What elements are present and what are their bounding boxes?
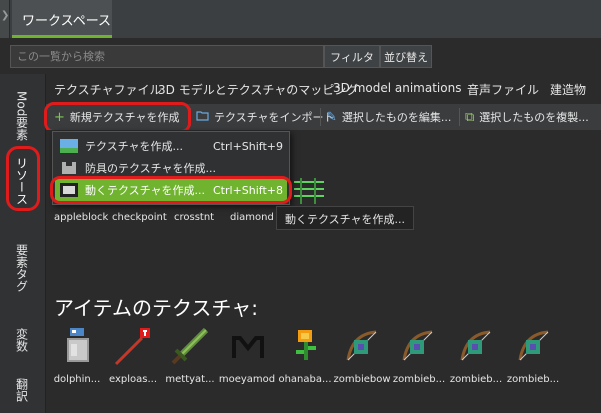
- duplicate-icon: ⧉: [465, 109, 475, 125]
- texture-label: appleblock: [54, 212, 109, 223]
- nav-tags[interactable]: 要素タグ: [8, 224, 36, 312]
- duplicate-selected-button[interactable]: ⧉ 選択したものを複製...: [465, 104, 589, 130]
- flower-texture-icon[interactable]: [286, 326, 326, 366]
- tab-workspace[interactable]: ワークスペース: [12, 0, 112, 38]
- toolbar-divider: [459, 108, 460, 126]
- moeya-texture-icon[interactable]: [228, 326, 268, 366]
- toolbar-divider: [320, 108, 321, 126]
- texture-label: checkpoint: [112, 212, 167, 223]
- highlight-new-texture: [44, 102, 191, 133]
- highlight-animated-texture: [50, 176, 292, 204]
- texture-label: exploas...: [108, 374, 157, 385]
- nav-variables[interactable]: 変数: [8, 320, 36, 360]
- texture-label: ohanaba...: [278, 374, 332, 385]
- armor-icon: [62, 162, 76, 174]
- explosion-wand-icon[interactable]: [112, 326, 152, 366]
- menu-item-shortcut: Ctrl+Shift+9: [213, 139, 284, 153]
- edit-icon: ✎: [326, 109, 337, 125]
- menu-create-texture[interactable]: テクスチャを作成... Ctrl+Shift+9: [55, 135, 287, 157]
- tab-strip: ❯ ワークスペース: [0, 0, 601, 38]
- dolphin-texture-icon[interactable]: [58, 326, 98, 366]
- texture-label: mettyat...: [165, 374, 215, 385]
- zombie-bow-icon[interactable]: [398, 326, 438, 366]
- texture-label: zombieb...: [392, 374, 446, 385]
- texture-label: zombiebow: [333, 374, 391, 385]
- zombie-bow-icon[interactable]: [342, 326, 382, 366]
- texture-label: crosstnt: [174, 212, 215, 223]
- duplicate-selected-label: 選択したものを複製...: [479, 111, 589, 124]
- tab-3d-models[interactable]: 3D モデルとテクスチャのマッピング: [158, 81, 358, 98]
- chevron-right-icon: ❯: [1, 10, 10, 21]
- image-icon: [60, 139, 78, 153]
- import-texture-label: テクスチャをインポート: [214, 111, 335, 124]
- texture-label: zombieb...: [449, 374, 503, 385]
- workspace-toggle[interactable]: ❯: [0, 0, 10, 38]
- texture-label: zombieb...: [506, 374, 560, 385]
- tab-3d-animations[interactable]: 3D model animations: [333, 81, 461, 95]
- category-tabs: テクスチャファイル 3D モデルとテクスチャのマッピング 3D model an…: [46, 74, 601, 104]
- nav-mod-elements[interactable]: Mod要素: [8, 84, 36, 148]
- filter-button[interactable]: フィルタ: [324, 45, 380, 68]
- left-nav: Mod要素 リソース 要素タグ 変数 翻訳: [0, 74, 46, 413]
- edit-selected-label: 選択したものを編集...: [341, 111, 452, 124]
- app-window: ❯ ワークスペース フィルタ 並び替え Mod要素 リソース 要素タグ 変数 翻…: [0, 0, 601, 413]
- texture-label: diamond: [230, 212, 274, 223]
- texture-label: moeyamod: [218, 374, 276, 385]
- zombie-bow-icon[interactable]: [514, 326, 554, 366]
- tab-texture-files[interactable]: テクスチャファイル: [54, 81, 162, 98]
- tab-sounds[interactable]: 音声ファイル: [467, 81, 539, 98]
- import-texture-button[interactable]: テクスチャをインポート: [196, 104, 335, 130]
- tooltip: 動くテクスチャを作成...: [276, 206, 415, 230]
- highlight-resources: [6, 146, 40, 211]
- sort-button[interactable]: 並び替え: [380, 45, 432, 68]
- diamond-texture-thumbnail[interactable]: [294, 178, 324, 204]
- texture-label: dolphin...: [53, 374, 101, 385]
- nav-translations[interactable]: 翻訳: [8, 370, 36, 410]
- item-textures-heading: アイテムのテクスチャ:: [54, 296, 258, 320]
- folder-icon: [196, 110, 209, 125]
- menu-item-label: 防具のテクスチャを作成...: [85, 162, 217, 175]
- edit-selected-button[interactable]: ✎ 選択したものを編集...: [326, 104, 451, 130]
- search-input[interactable]: [10, 45, 324, 68]
- zombie-bow-icon[interactable]: [456, 326, 496, 366]
- search-bar: フィルタ 並び替え: [0, 42, 601, 70]
- menu-item-label: テクスチャを作成...: [85, 140, 184, 153]
- tab-structures[interactable]: 建造物: [550, 81, 586, 98]
- sword-texture-icon[interactable]: [170, 326, 210, 366]
